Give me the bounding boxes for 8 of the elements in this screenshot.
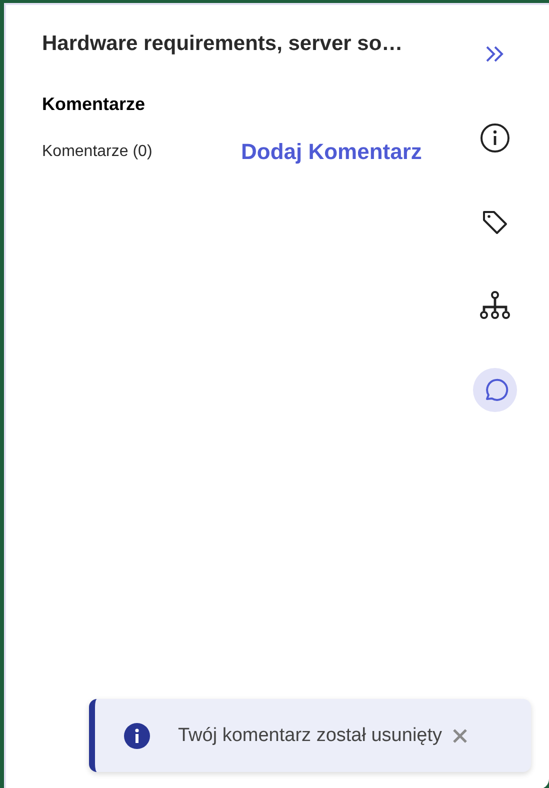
panel-title: Hardware requirements, server so… (42, 32, 404, 56)
add-comment-link[interactable]: Dodaj Komentarz (241, 139, 422, 165)
section-heading: Komentarze (42, 94, 146, 115)
close-icon[interactable] (452, 728, 468, 744)
info-icon (124, 722, 150, 748)
comment-count: Komentarze (0) (42, 143, 154, 161)
speech-bubble-icon[interactable] (473, 368, 517, 412)
toast-message: Twój komentarz został usunięty (178, 724, 442, 746)
